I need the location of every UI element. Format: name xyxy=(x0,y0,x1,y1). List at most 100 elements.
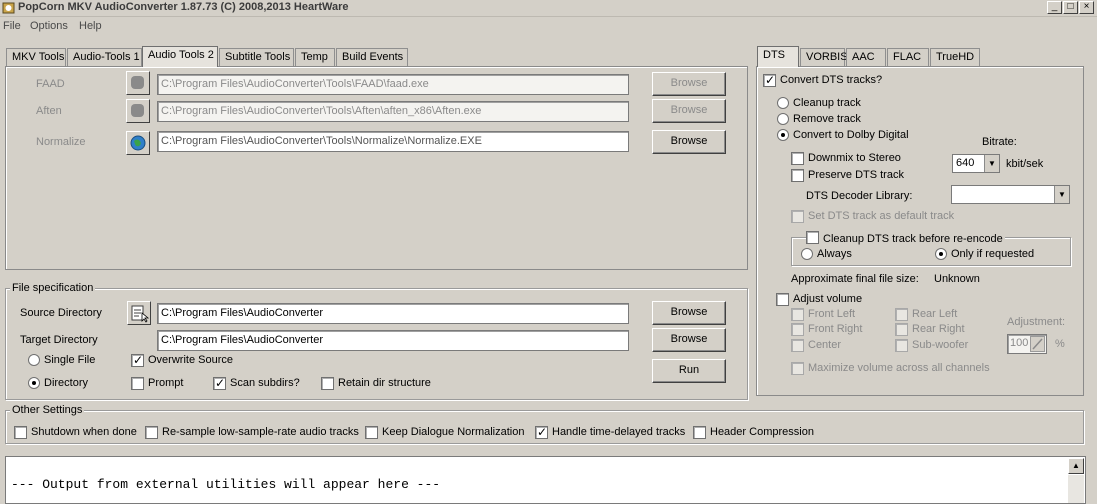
retain-dir-checkbox[interactable] xyxy=(321,377,334,390)
normalize-browse-button[interactable]: Browse xyxy=(652,130,726,154)
subwoofer-checkbox[interactable] xyxy=(895,339,908,352)
tab-temp[interactable]: Temp xyxy=(295,48,335,67)
scan-subdirs-checkbox[interactable]: ✓ xyxy=(213,376,226,390)
preserve-dts-label: Preserve DTS track xyxy=(808,169,904,181)
only-if-requested-label: Only if requested xyxy=(951,248,1035,260)
slider-icon[interactable] xyxy=(1030,336,1045,352)
downmix-checkbox[interactable] xyxy=(791,152,804,165)
resample-checkbox[interactable] xyxy=(145,426,158,439)
always-radio[interactable] xyxy=(801,248,813,260)
convert-dts-label: Convert DTS tracks? xyxy=(780,74,883,86)
scrollbar-track[interactable] xyxy=(1068,475,1084,503)
tab-truehd[interactable]: TrueHD xyxy=(930,48,980,67)
remove-track-label: Remove track xyxy=(793,113,861,125)
bitrate-select[interactable]: 640 ▼ xyxy=(952,154,1000,173)
front-right-checkbox[interactable] xyxy=(791,323,804,336)
center-checkbox[interactable] xyxy=(791,339,804,352)
aften-browse-button[interactable]: Browse xyxy=(652,99,726,123)
source-browse-button[interactable]: Browse xyxy=(652,301,726,325)
handle-delayed-checkbox[interactable]: ✓ xyxy=(535,425,548,439)
only-if-requested-radio[interactable] xyxy=(935,248,947,260)
minimize-button[interactable]: _ xyxy=(1047,1,1062,14)
directory-label: Directory xyxy=(44,377,89,389)
front-right-label: Front Right xyxy=(808,323,863,335)
tab-subtitle-tools[interactable]: Subtitle Tools xyxy=(219,48,294,67)
tab-dts[interactable]: DTS xyxy=(757,46,799,67)
convert-dts-checkbox[interactable]: ✓ xyxy=(763,73,776,87)
rear-right-checkbox[interactable] xyxy=(895,323,908,336)
cleanup-reencode-checkbox[interactable] xyxy=(806,231,819,244)
normalize-globe-icon[interactable] xyxy=(126,131,150,155)
cleanup-track-radio[interactable] xyxy=(777,97,789,109)
rear-right-label: Rear Right xyxy=(912,323,965,335)
bitrate-label: Bitrate: xyxy=(982,136,1017,148)
decoder-library-label: DTS Decoder Library: xyxy=(806,190,913,202)
target-browse-button[interactable]: Browse xyxy=(652,328,726,352)
front-left-label: Front Left xyxy=(808,308,856,320)
adjust-volume-label: Adjust volume xyxy=(793,293,863,305)
faad-browse-button[interactable]: Browse xyxy=(652,72,726,96)
rear-left-checkbox[interactable] xyxy=(895,308,908,321)
run-button[interactable]: Run xyxy=(652,359,726,383)
bitrate-value: 640 xyxy=(956,157,975,169)
directory-radio[interactable] xyxy=(28,377,40,389)
tab-mkv-tools[interactable]: MKV Tools xyxy=(6,48,66,67)
tab-flac[interactable]: FLAC xyxy=(887,48,929,67)
target-dir-label: Target Directory xyxy=(20,334,98,346)
subwoofer-label: Sub-woofer xyxy=(912,339,969,351)
cleanup-track-label: Cleanup track xyxy=(793,97,861,109)
convert-dolby-radio[interactable] xyxy=(777,129,789,141)
normalize-path-field[interactable]: C:\Program Files\AudioConverter\Tools\No… xyxy=(157,131,629,152)
faad-stop-icon[interactable] xyxy=(126,71,150,95)
tab-vorbis[interactable]: VORBIS xyxy=(800,48,848,67)
front-left-checkbox[interactable] xyxy=(791,308,804,321)
chevron-down-icon: ▼ xyxy=(1054,186,1069,203)
percent-label: % xyxy=(1055,338,1065,350)
shutdown-label: Shutdown when done xyxy=(31,426,137,438)
overwrite-source-checkbox[interactable]: ✓ xyxy=(131,353,144,367)
output-text: --- Output from external utilities will … xyxy=(11,477,441,492)
adjustment-label: Adjustment: xyxy=(1007,316,1066,328)
prompt-checkbox[interactable] xyxy=(131,377,144,390)
adjust-volume-checkbox[interactable] xyxy=(776,293,789,306)
tab-build-events[interactable]: Build Events xyxy=(336,48,408,67)
tab-audio-tools-2[interactable]: Audio Tools 2 xyxy=(142,46,218,67)
keep-dialogue-checkbox[interactable] xyxy=(365,426,378,439)
tab-aac[interactable]: AAC xyxy=(846,48,886,67)
folder-picker-icon[interactable] xyxy=(127,301,151,325)
aften-path-field[interactable]: C:\Program Files\AudioConverter\Tools\Af… xyxy=(157,101,629,122)
preserve-dts-checkbox[interactable] xyxy=(791,169,804,182)
final-size-label: Approximate final file size: xyxy=(791,273,919,285)
shutdown-checkbox[interactable] xyxy=(14,426,27,439)
window-title: PopCorn MKV AudioConverter 1.87.73 (C) 2… xyxy=(18,1,349,13)
maximize-volume-label: Maximize volume across all channels xyxy=(808,362,990,374)
title-bar: PopCorn MKV AudioConverter 1.87.73 (C) 2… xyxy=(0,0,1097,17)
source-directory-field[interactable]: C:\Program Files\AudioConverter xyxy=(157,303,629,324)
other-settings-title: Other Settings xyxy=(10,404,85,416)
menu-file[interactable]: File xyxy=(3,20,21,32)
remove-track-radio[interactable] xyxy=(777,113,789,125)
faad-path-field[interactable]: C:\Program Files\AudioConverter\Tools\FA… xyxy=(157,74,629,95)
maximize-button[interactable]: □ xyxy=(1063,1,1078,14)
header-compression-label: Header Compression xyxy=(710,426,814,438)
center-label: Center xyxy=(808,339,842,351)
audio-tools-2-panel xyxy=(5,66,748,270)
output-log[interactable]: --- Output from external utilities will … xyxy=(5,456,1086,504)
downmix-label: Downmix to Stereo xyxy=(808,152,901,164)
decoder-library-select[interactable]: ▼ xyxy=(951,185,1070,204)
menu-bar: File Options Help xyxy=(0,18,1097,38)
close-button[interactable]: × xyxy=(1079,1,1094,14)
maximize-volume-checkbox[interactable] xyxy=(791,362,804,375)
single-file-radio[interactable] xyxy=(28,354,40,366)
aften-stop-icon[interactable] xyxy=(126,99,150,123)
header-compression-checkbox[interactable] xyxy=(693,426,706,439)
menu-options[interactable]: Options xyxy=(30,20,68,32)
handle-delayed-label: Handle time-delayed tracks xyxy=(552,426,686,438)
set-default-checkbox[interactable] xyxy=(791,210,804,223)
adjustment-field[interactable]: 100 xyxy=(1007,334,1047,354)
scroll-up-icon[interactable]: ▲ xyxy=(1068,458,1084,474)
convert-dolby-label: Convert to Dolby Digital xyxy=(793,129,909,141)
menu-help[interactable]: Help xyxy=(79,20,102,32)
target-directory-field[interactable]: C:\Program Files\AudioConverter xyxy=(157,330,629,351)
tab-audio-tools-1[interactable]: Audio-Tools 1 xyxy=(67,48,142,67)
